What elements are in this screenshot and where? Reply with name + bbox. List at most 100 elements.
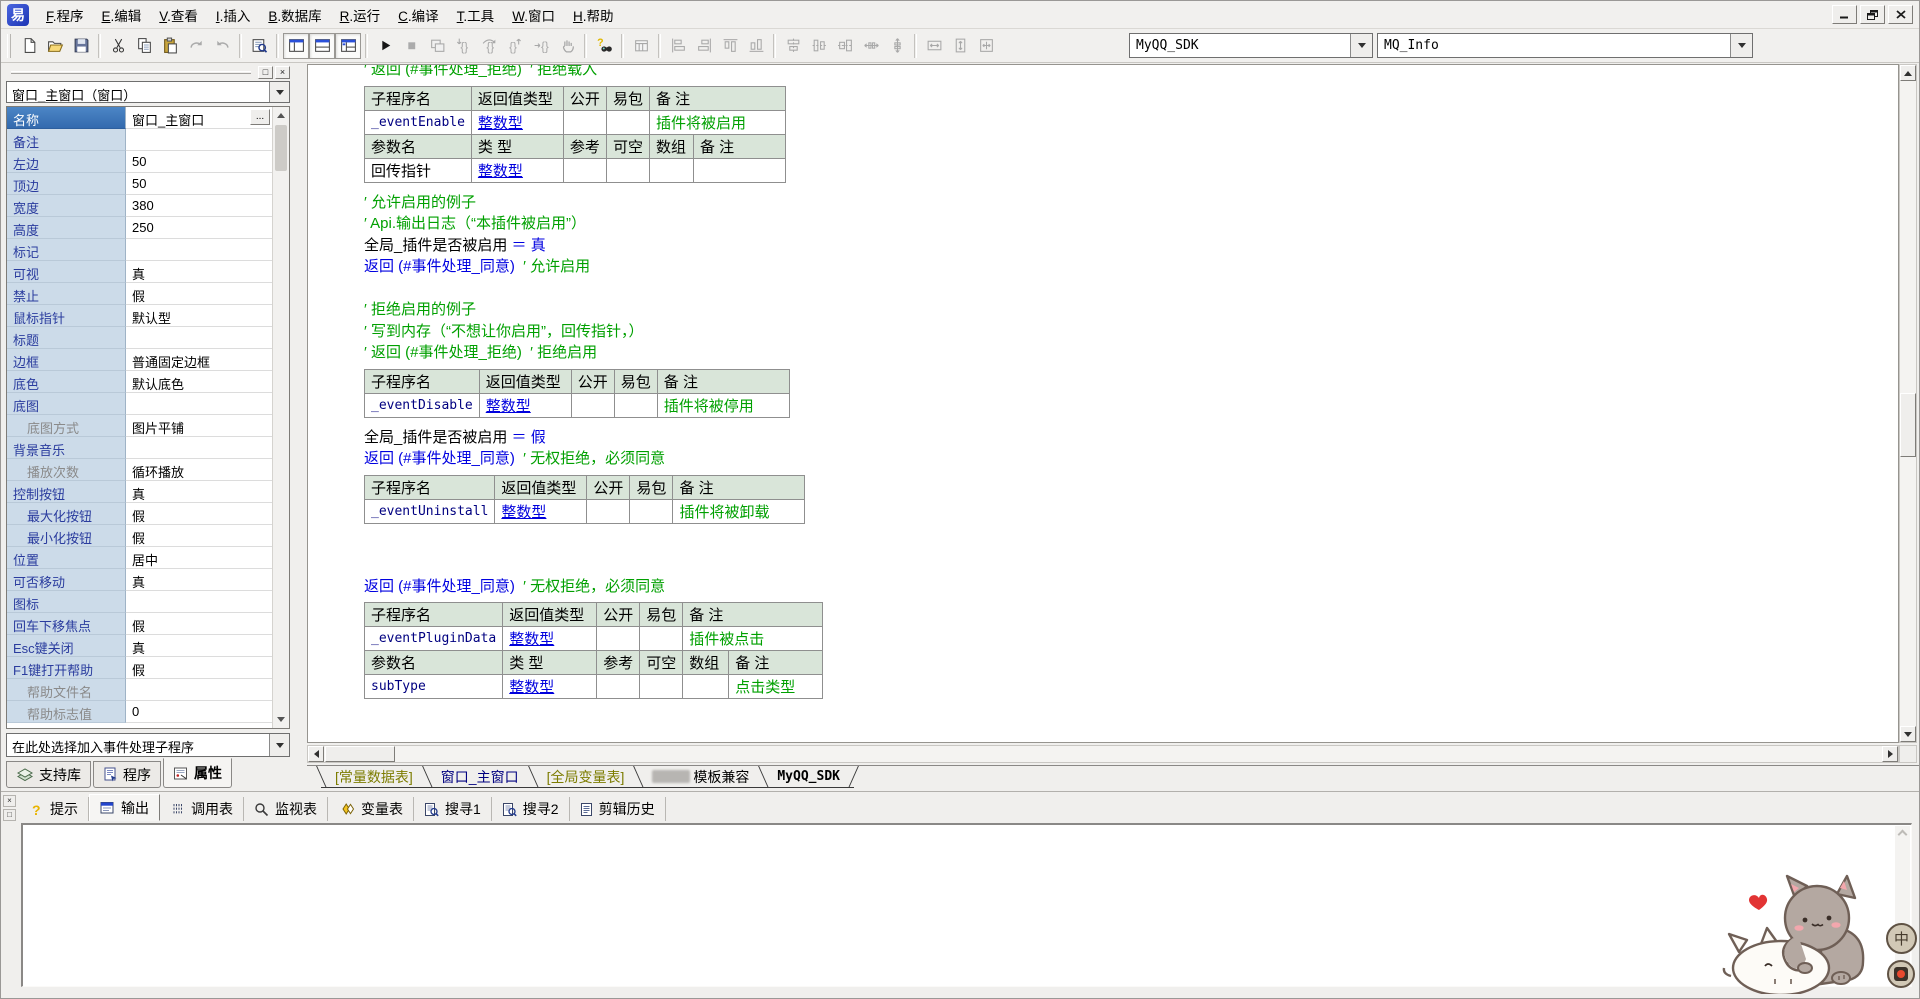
- property-value[interactable]: 默认型...: [126, 305, 272, 327]
- property-value[interactable]: 真...: [126, 635, 272, 657]
- tab-search-2[interactable]: 搜寻2: [492, 797, 570, 821]
- property-row[interactable]: 宽度 380...: [7, 195, 272, 217]
- vertical-splitter[interactable]: [292, 64, 301, 791]
- code-table-row[interactable]: 回传指针整数型: [365, 158, 786, 182]
- code-table-row[interactable]: _eventPluginData整数型插件被点击: [365, 627, 823, 651]
- property-row[interactable]: 图标 ...: [7, 591, 272, 613]
- property-value[interactable]: 250...: [126, 217, 272, 239]
- paste-icon[interactable]: [157, 33, 183, 59]
- property-row[interactable]: 顶边 50...: [7, 173, 272, 195]
- property-value[interactable]: ...: [126, 393, 272, 415]
- editor-horizontal-scrollbar[interactable]: [307, 745, 1899, 763]
- menu-item[interactable]: F.程序: [37, 2, 93, 28]
- property-value[interactable]: 假...: [126, 525, 272, 547]
- tab-properties[interactable]: 属性: [163, 758, 232, 788]
- scrollbar-thumb[interactable]: [325, 746, 395, 762]
- code-table-row[interactable]: 子程序名返回值类型公开易包备 注: [365, 369, 790, 393]
- scroll-up-icon[interactable]: [1900, 65, 1916, 81]
- property-row[interactable]: 名称 窗口_主窗口...: [7, 107, 272, 129]
- property-row[interactable]: 备注 ...: [7, 129, 272, 151]
- save-icon[interactable]: [68, 33, 94, 59]
- tab-support-library[interactable]: 支持库: [6, 761, 91, 788]
- menu-item[interactable]: B.数据库: [259, 2, 330, 28]
- code-table-row[interactable]: _eventEnable整数型插件将被启用: [365, 110, 786, 134]
- property-row[interactable]: 最小化按钮 假...: [7, 525, 272, 547]
- code-table-row[interactable]: subType整数型点击类型: [365, 675, 823, 699]
- ime-language-button[interactable]: 中: [1886, 923, 1917, 954]
- property-row[interactable]: 标题 ...: [7, 327, 272, 349]
- code-line[interactable]: ′ 写到内存（“不想让你启用”，回传指针，）: [364, 321, 1888, 343]
- layout-left-pane-icon[interactable]: [283, 33, 309, 59]
- scroll-up-icon[interactable]: [273, 107, 289, 124]
- editor-tab-main-window[interactable]: 窗口_主窗口: [427, 766, 533, 788]
- scroll-down-icon[interactable]: [273, 711, 289, 728]
- output-content[interactable]: [21, 823, 1912, 987]
- close-button[interactable]: [1888, 5, 1913, 24]
- code-table-row[interactable]: 子程序名返回值类型公开易包备 注: [365, 86, 786, 110]
- tab-program[interactable]: 程序: [93, 761, 161, 788]
- property-row[interactable]: 边框 普通固定边框...: [7, 349, 272, 371]
- code-line[interactable]: ′ 允许启用的例子: [364, 192, 1888, 214]
- property-row[interactable]: 帮助标志值 0...: [7, 701, 272, 723]
- scrollbar-thumb[interactable]: [1900, 393, 1916, 457]
- property-value[interactable]: 居中...: [126, 547, 272, 569]
- panel-float-button[interactable]: □: [258, 66, 273, 79]
- property-row[interactable]: 标记 ...: [7, 239, 272, 261]
- tab-watch-table[interactable]: 监视表: [244, 797, 328, 821]
- find-in-files-icon[interactable]: ?: [591, 33, 617, 59]
- property-value[interactable]: 循环播放...: [126, 459, 272, 481]
- scrollbar-thumb[interactable]: [275, 125, 287, 171]
- module-combo[interactable]: MQ_Info: [1377, 33, 1753, 58]
- code-line[interactable]: 返回 (#事件处理_同意) ′ 无权拒绝，必须同意: [364, 448, 1888, 470]
- code-line[interactable]: [364, 533, 1888, 555]
- property-row[interactable]: 位置 居中...: [7, 547, 272, 569]
- property-row[interactable]: F1键打开帮助 假...: [7, 657, 272, 679]
- property-value[interactable]: 380...: [126, 195, 272, 217]
- code-line[interactable]: [364, 278, 1888, 300]
- dock-close-button[interactable]: ×: [3, 795, 16, 807]
- minimize-button[interactable]: [1832, 5, 1857, 24]
- scroll-left-icon[interactable]: [308, 746, 324, 762]
- property-value[interactable]: 假...: [126, 503, 272, 525]
- code-table-row[interactable]: 参数名类 型参考可空数组备 注: [365, 134, 786, 158]
- tab-clip-history[interactable]: 剪辑历史: [570, 797, 666, 821]
- property-row[interactable]: 底图方式 图片平铺...: [7, 415, 272, 437]
- property-row[interactable]: 控制按钮 真...: [7, 481, 272, 503]
- property-row[interactable]: Esc键关闭 真...: [7, 635, 272, 657]
- property-value[interactable]: 真...: [126, 569, 272, 591]
- code-line[interactable]: 返回 (#事件处理_同意) ′ 允许启用: [364, 256, 1888, 278]
- scroll-down-icon[interactable]: [1900, 726, 1916, 742]
- event-handler-combo[interactable]: 在此处选择加入事件处理子程序: [6, 733, 290, 757]
- editor-tab-globals[interactable]: [全局变量表]: [533, 766, 639, 788]
- panel-close-button[interactable]: ×: [275, 66, 290, 79]
- property-value[interactable]: ...: [126, 437, 272, 459]
- new-file-icon[interactable]: [16, 33, 42, 59]
- code-table-row[interactable]: 子程序名返回值类型公开易包备 注: [365, 603, 823, 627]
- scroll-up-icon[interactable]: [1898, 830, 1908, 840]
- property-value[interactable]: ...: [126, 327, 272, 349]
- property-row[interactable]: 高度 250...: [7, 217, 272, 239]
- tab-search-1[interactable]: 搜寻1: [414, 797, 492, 821]
- restore-button[interactable]: [1860, 5, 1885, 24]
- tab-output[interactable]: 输出: [89, 794, 160, 821]
- tab-variables-table[interactable]: 变量表: [328, 797, 414, 821]
- layout-grid-icon[interactable]: [335, 33, 361, 59]
- menu-item[interactable]: I.插入: [207, 2, 260, 28]
- chevron-down-icon[interactable]: [1730, 34, 1752, 57]
- menu-item[interactable]: C.编译: [389, 2, 448, 28]
- code-line[interactable]: [364, 554, 1888, 576]
- menu-item[interactable]: W.窗口: [503, 2, 564, 28]
- menu-item[interactable]: E.编辑: [93, 2, 151, 28]
- property-value[interactable]: 窗口_主窗口...: [126, 107, 272, 129]
- property-value[interactable]: 50...: [126, 151, 272, 173]
- property-row[interactable]: 背景音乐 ...: [7, 437, 272, 459]
- tab-hint[interactable]: ? 提示: [21, 797, 89, 821]
- object-selector-combo[interactable]: 窗口_主窗口（窗口）: [6, 81, 290, 103]
- property-row[interactable]: 底图 ...: [7, 393, 272, 415]
- editor-tab-constants[interactable]: [常量数据表]: [321, 766, 427, 788]
- cut-icon[interactable]: [105, 33, 131, 59]
- property-value[interactable]: 图片平铺...: [126, 415, 272, 437]
- open-file-icon[interactable]: [42, 33, 68, 59]
- code-table-row[interactable]: 子程序名返回值类型公开易包备 注: [365, 475, 805, 499]
- editor-vertical-scrollbar[interactable]: [1899, 64, 1917, 743]
